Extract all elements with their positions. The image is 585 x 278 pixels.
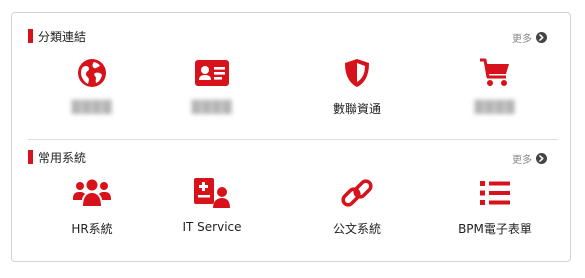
link-item[interactable]: ████ [42,57,142,114]
category-links-section: 分類連結 更多 ████ ████ 數聯資通 ████ [12,13,570,139]
list-icon [445,177,545,209]
portal-links-card: 分類連結 更多 ████ ████ 數聯資通 ████ 常用系統 更多 HR系統… [11,12,571,262]
system-label: HR系統 [71,222,113,236]
link-label: 數聯資通 [332,102,381,116]
cart-icon [445,57,545,89]
shield-icon [307,57,407,89]
id-card-icon [162,57,262,89]
link-label: ████ [71,100,113,114]
system-item-it-service[interactable]: IT Service [162,177,262,234]
globe-icon [42,57,142,89]
link-item[interactable]: 數聯資通 [307,57,407,117]
link-item[interactable]: ████ [162,57,262,114]
system-item-document[interactable]: 公文系統 [307,177,407,237]
system-item-hr[interactable]: HR系統 [42,177,142,237]
link-label: ████ [474,100,516,114]
system-label: BPM電子表單 [458,222,532,236]
system-label: 公文系統 [332,222,381,236]
link-item[interactable]: ████ [445,57,545,114]
user-doc-icon [162,177,262,209]
link-label: ████ [191,100,233,114]
link-icon [307,177,407,209]
common-systems-section: 常用系統 更多 HR系統 IT Service 公文系統 BPM電子表單 [12,140,570,262]
system-item-bpm[interactable]: BPM電子表單 [445,177,545,237]
users-icon [42,177,142,209]
system-label: IT Service [182,220,242,234]
